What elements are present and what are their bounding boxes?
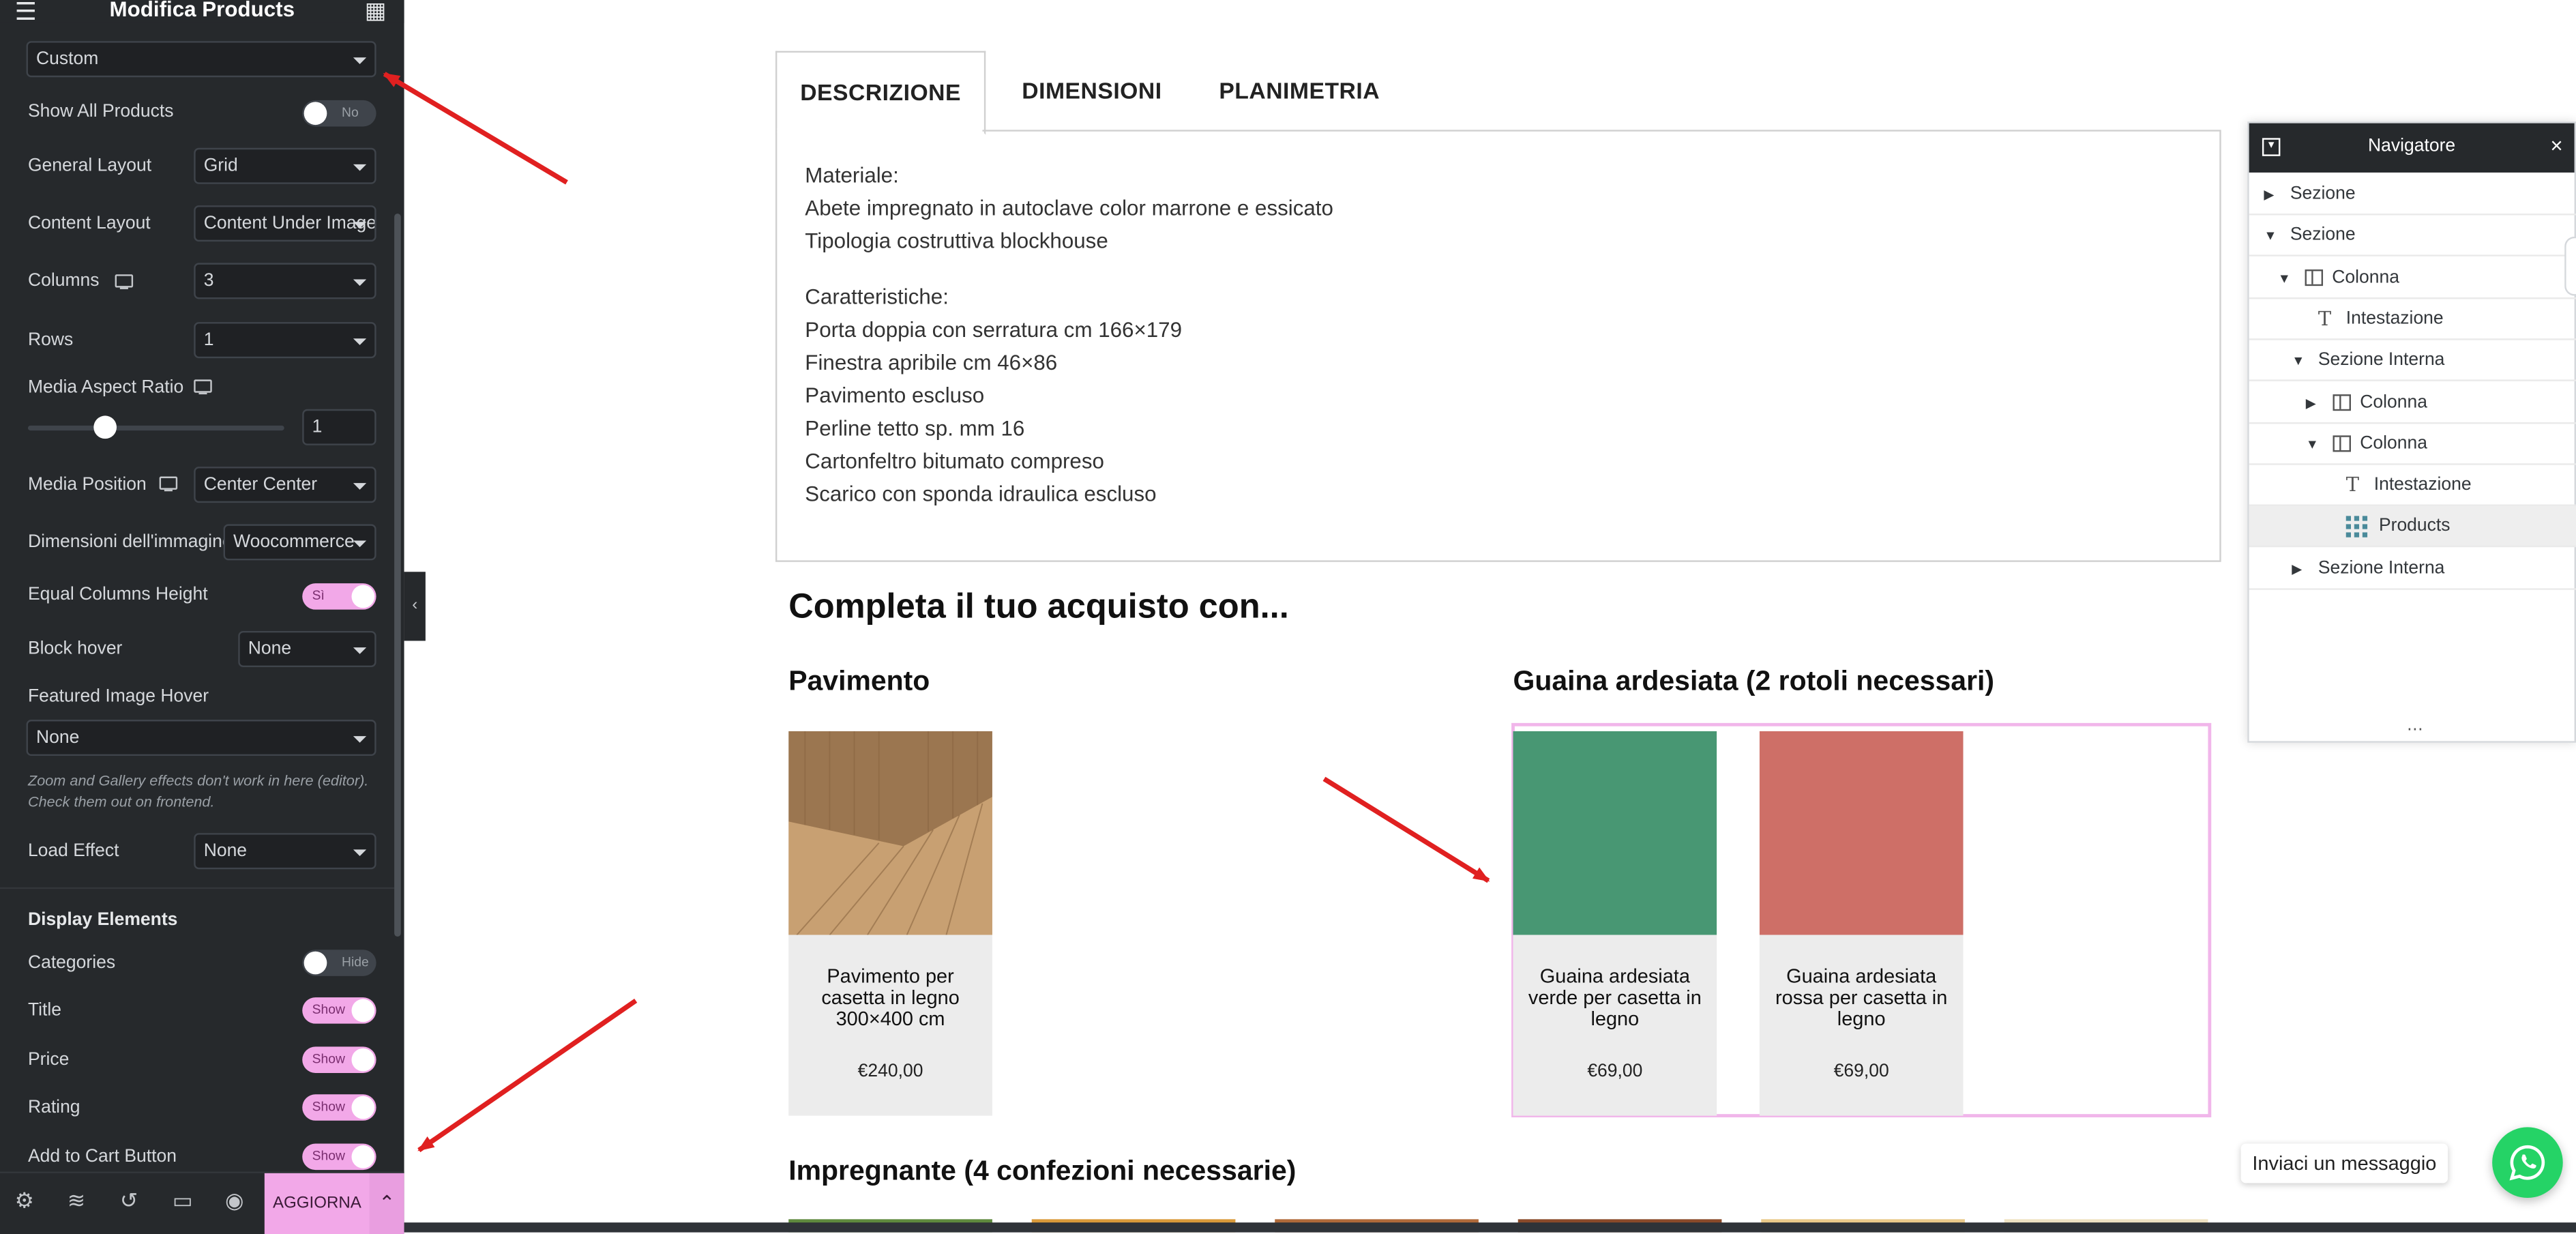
- arrow-to-update-button: [417, 998, 638, 1153]
- screen: ☰ Modifica Products ▦ Custom Show All Pr…: [0, 0, 2576, 1234]
- arrow-to-query-select: [383, 72, 568, 185]
- annotation-arrows: [383, 72, 1490, 1153]
- arrow-to-products-widget: [1322, 776, 1490, 883]
